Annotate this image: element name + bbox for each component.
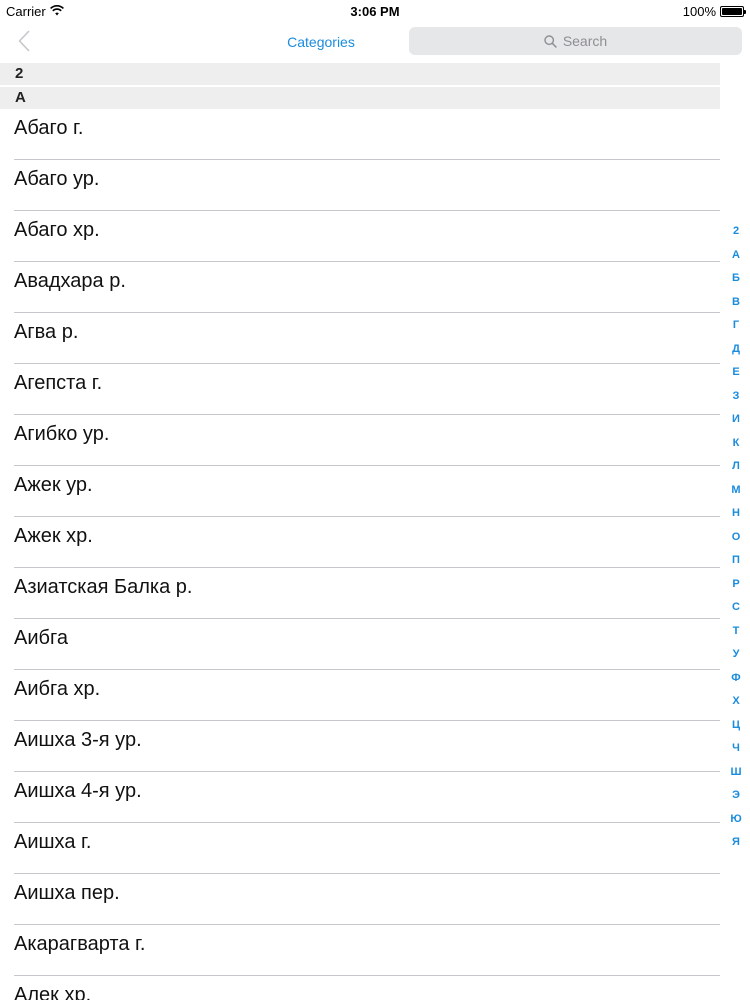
index-letter[interactable]: М xyxy=(731,479,740,503)
list-item-label: Алек хр. xyxy=(14,984,92,1000)
list-item[interactable]: Ажек ур. xyxy=(14,466,720,517)
search-input[interactable]: Search xyxy=(409,27,742,55)
index-letter[interactable]: Ч xyxy=(732,737,740,761)
index-letter[interactable]: Х xyxy=(732,690,739,714)
list-item-label: Аишха 4-я ур. xyxy=(14,780,142,802)
index-letter[interactable]: Ш xyxy=(730,761,741,785)
index-letter[interactable]: Ф xyxy=(731,667,740,691)
list-item-label: Аибга xyxy=(14,627,68,649)
index-letter[interactable]: И xyxy=(732,408,740,432)
navigation-bar: Categories Search xyxy=(0,22,750,62)
list-item[interactable]: Аибга хр. xyxy=(14,670,720,721)
list-item[interactable]: Аишха 3-я ур. xyxy=(14,721,720,772)
index-letter[interactable]: П xyxy=(732,549,740,573)
list-item[interactable]: Абаго хр. xyxy=(14,211,720,262)
list-item-label: Абаго г. xyxy=(14,117,84,139)
index-letter[interactable]: Ц xyxy=(732,714,740,738)
search-placeholder: Search xyxy=(562,33,608,49)
list-item-label: Ажек ур. xyxy=(14,474,93,496)
index-letter[interactable]: Д xyxy=(732,338,740,362)
list-item[interactable]: Алек хр. xyxy=(14,976,720,1000)
index-letter[interactable]: А xyxy=(732,244,740,268)
section-index[interactable]: 2АБВГДЕЗИКЛМНОПРСТУФХЦЧШЭЮЯ xyxy=(728,220,744,855)
list-item-label: Абаго ур. xyxy=(14,168,100,190)
list-item[interactable]: Аишха 4-я ур. xyxy=(14,772,720,823)
index-letter[interactable]: 2 xyxy=(733,220,739,244)
battery-percent: 100% xyxy=(682,4,716,19)
index-letter[interactable]: В xyxy=(732,291,740,315)
categories-table[interactable]: 2 А Абаго г. Абаго ур. Абаго хр. Авадхара р… xyxy=(0,63,720,1000)
list-item[interactable]: Агва р. xyxy=(14,313,720,364)
index-letter[interactable]: Э xyxy=(732,784,740,808)
index-letter[interactable]: У xyxy=(733,643,740,667)
list-item-label: Ажек хр. xyxy=(14,525,93,547)
index-letter[interactable]: Р xyxy=(732,573,739,597)
list-item[interactable]: Аишха пер. xyxy=(14,874,720,925)
list-item[interactable]: Аишха г. xyxy=(14,823,720,874)
list-item-label: Аибга хр. xyxy=(14,678,101,700)
back-button[interactable] xyxy=(12,30,36,56)
battery-icon xyxy=(720,6,746,17)
list-item[interactable]: Абаго г. xyxy=(14,109,720,160)
list-item-label: Абаго хр. xyxy=(14,219,100,241)
list-item-label: Аишха пер. xyxy=(14,882,120,904)
index-letter[interactable]: Я xyxy=(732,831,740,855)
section-header-a: А xyxy=(0,87,720,109)
list-item-label: Аишха 3-я ур. xyxy=(14,729,142,751)
list-item-label: Агепста г. xyxy=(14,372,103,394)
list-item-label: Акарагварта г. xyxy=(14,933,146,955)
list-item[interactable]: Азиатская Балка р. xyxy=(14,568,720,619)
status-bar: Carrier 3:06 PM 100% xyxy=(0,0,750,22)
index-letter[interactable]: З xyxy=(733,385,740,409)
list-item[interactable]: Агепста г. xyxy=(14,364,720,415)
categories-button[interactable]: Categories xyxy=(272,34,370,50)
section-header-2: 2 xyxy=(0,63,720,85)
list-item-label: Азиатская Балка р. xyxy=(14,576,193,598)
list-item[interactable]: Аибга xyxy=(14,619,720,670)
index-letter[interactable]: С xyxy=(732,596,740,620)
list-item[interactable]: Абаго ур. xyxy=(14,160,720,211)
index-letter[interactable]: К xyxy=(733,432,740,456)
index-letter[interactable]: Г xyxy=(733,314,739,338)
index-letter[interactable]: Т xyxy=(733,620,740,644)
index-letter[interactable]: Е xyxy=(732,361,739,385)
list-item[interactable]: Авадхара р. xyxy=(14,262,720,313)
index-letter[interactable]: О xyxy=(732,526,741,550)
chevron-left-icon xyxy=(18,30,30,57)
index-letter[interactable]: Н xyxy=(732,502,740,526)
list-item-label: Агва р. xyxy=(14,321,79,343)
list-item[interactable]: Ажек хр. xyxy=(14,517,720,568)
index-letter[interactable]: Б xyxy=(732,267,740,291)
search-icon xyxy=(544,34,557,48)
list-item[interactable]: Агибко ур. xyxy=(14,415,720,466)
index-letter[interactable]: Л xyxy=(732,455,740,479)
list-item-label: Авадхара р. xyxy=(14,270,126,292)
index-letter[interactable]: Ю xyxy=(730,808,741,832)
status-battery-group: 100% xyxy=(682,4,746,19)
status-time: 3:06 PM xyxy=(350,4,400,19)
list-item[interactable]: Акарагварта г. xyxy=(14,925,720,976)
list-item-label: Аишха г. xyxy=(14,831,92,853)
list-item-label: Агибко ур. xyxy=(14,423,110,445)
